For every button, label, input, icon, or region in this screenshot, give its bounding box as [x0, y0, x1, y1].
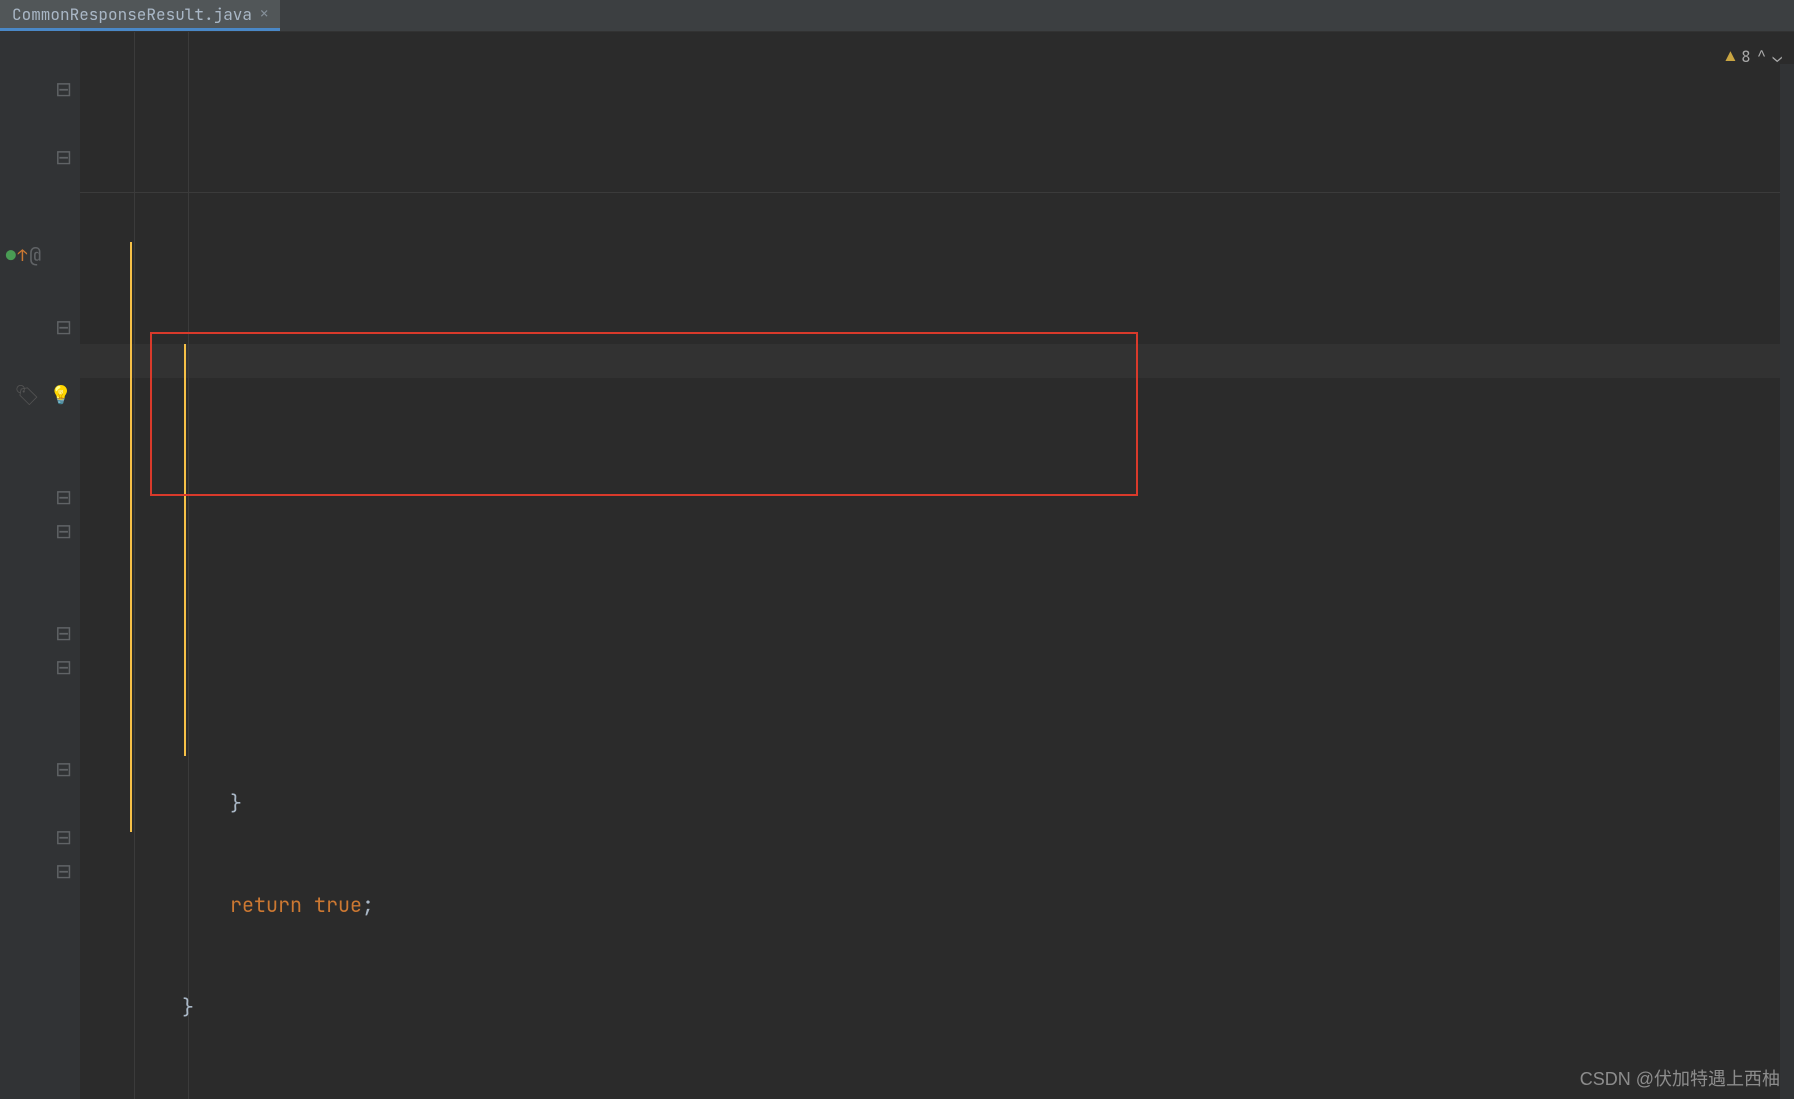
ide-window: CommonResponseResult.java ✕ ●↑@ ⊟ ⊟ ⊟ 🏷💡…: [0, 0, 1794, 1099]
gutter: ●↑@ ⊟ ⊟ ⊟ 🏷💡 ⊟ ⊟ ⊟ ⊟ ⊟ ⊟ ⊟: [0, 32, 80, 1099]
file-tab-active[interactable]: CommonResponseResult.java ✕: [0, 0, 280, 31]
vcs-change-marker: [130, 242, 132, 832]
tab-filename: CommonResponseResult.java: [12, 4, 252, 25]
vcs-change-marker: [184, 480, 186, 620]
fold-icon[interactable]: ⊟: [0, 854, 80, 888]
fold-icon[interactable]: ⊟: [0, 752, 80, 786]
warning-icon: ▲: [1726, 40, 1736, 74]
caret-line-highlight: [80, 344, 1794, 378]
fold-icon[interactable]: ⊟: [0, 616, 80, 650]
fold-icon[interactable]: ⊟: [0, 650, 80, 684]
code-line: return true;: [80, 888, 1794, 922]
gutter-icons[interactable]: 🏷💡: [0, 378, 80, 412]
fold-icon[interactable]: ⊟: [0, 310, 80, 344]
editor-tabbar: CommonResponseResult.java ✕: [0, 0, 1794, 32]
chevron-icon: ^: [1757, 40, 1767, 74]
vcs-change-marker: [184, 344, 186, 484]
fold-icon[interactable]: ⊟: [0, 514, 80, 548]
fold-icon[interactable]: ⊟: [0, 72, 80, 106]
scrollbar[interactable]: [1780, 64, 1794, 1099]
warning-count: 8: [1741, 40, 1751, 74]
code-editor[interactable]: } return true; } @Override public Object…: [80, 32, 1794, 1099]
code-line: [80, 1092, 1794, 1099]
inspection-summary[interactable]: ▲ 8 ^ ⌄: [1726, 40, 1782, 74]
code-line: }: [80, 786, 1794, 820]
close-icon[interactable]: ✕: [260, 5, 268, 23]
editor-area: ●↑@ ⊟ ⊟ ⊟ 🏷💡 ⊟ ⊟ ⊟ ⊟ ⊟ ⊟ ⊟: [0, 32, 1794, 1099]
override-indicator[interactable]: ●↑@: [6, 242, 41, 268]
vcs-change-marker: [184, 616, 186, 756]
fold-icon[interactable]: ⊟: [0, 140, 80, 174]
method-separator: [80, 192, 1794, 193]
fold-icon[interactable]: ⊟: [0, 480, 80, 514]
code-line: }: [80, 990, 1794, 1024]
watermark: CSDN @伏加特遇上西柚: [1580, 1065, 1780, 1091]
fold-icon[interactable]: ⊟: [0, 820, 80, 854]
